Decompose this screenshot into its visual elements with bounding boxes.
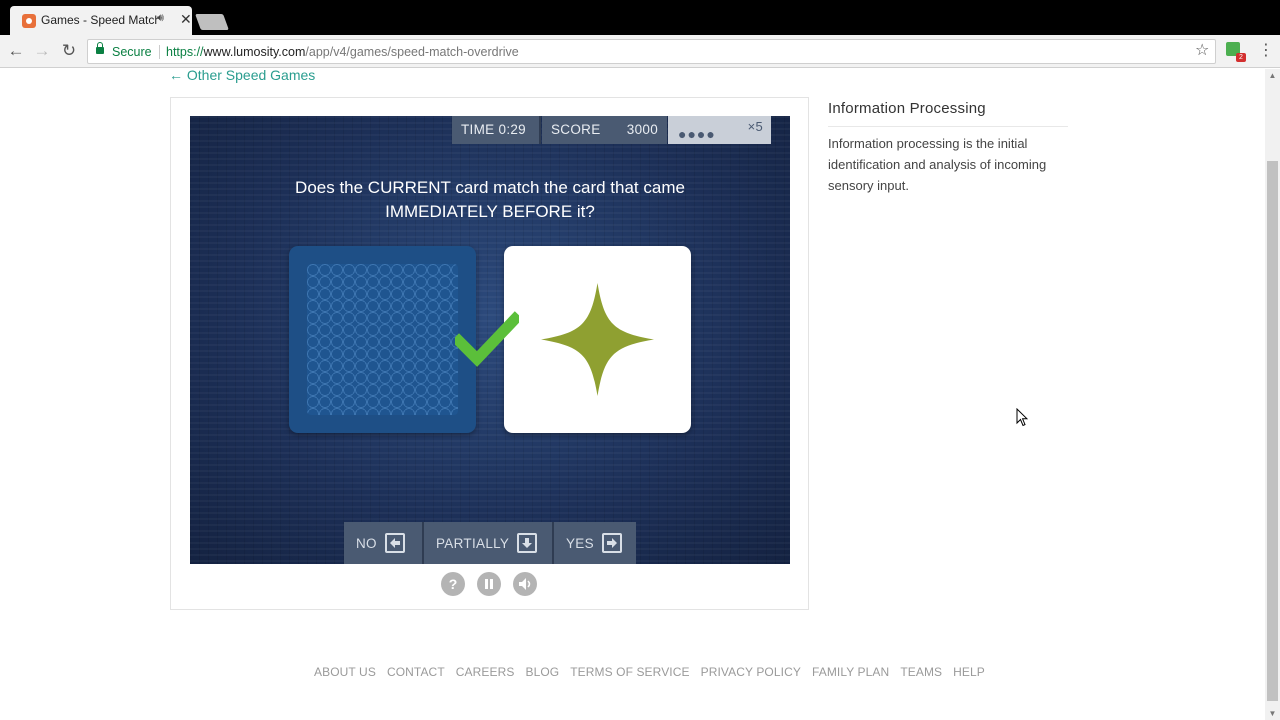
browser-tab[interactable]: Games - Speed Match 🔊︎ ✕ [10,6,192,35]
speaker-icon[interactable]: 🔊︎ [157,12,164,25]
footer-link-careers[interactable]: CAREERS [456,665,515,679]
score-label: SCORE [551,122,601,137]
address-bar[interactable]: Secure https://www.lumosity.com/app/v4/g… [87,39,1216,64]
score-value: 3000 [626,122,658,137]
url-text[interactable]: https://www.lumosity.com/app/v4/games/sp… [166,45,519,59]
new-tab-button[interactable] [195,14,229,30]
footer-link-help[interactable]: HELP [953,665,985,679]
lock-icon [96,42,104,54]
footer-link-blog[interactable]: BLOG [525,665,559,679]
game-stage[interactable]: TIME 0:29 SCORE 3000 ●●●● ×5 Does the CU… [190,116,790,564]
previous-card [289,246,476,433]
yes-button[interactable]: YES [554,522,636,564]
left-arrow-key-icon [384,533,405,553]
footer-link-family-plan[interactable]: FAMILY PLAN [812,665,889,679]
address-divider [159,45,160,59]
down-arrow-key-icon [517,533,538,553]
secure-label: Secure [112,45,152,59]
time-display: TIME 0:29 [452,116,541,144]
tab-title: Games - Speed Match [41,13,159,27]
pause-icon[interactable] [477,572,501,596]
footer-link-contact[interactable]: CONTACT [387,665,445,679]
lumosity-favicon-icon [22,14,36,28]
game-controls: ? [441,572,537,596]
current-card [504,246,691,433]
footer-links: ABOUT US CONTACT CAREERS BLOG TERMS OF S… [314,665,985,679]
sidebar-title: Information Processing [828,100,986,117]
page-scrollbar[interactable]: ▲ ▼ [1265,69,1280,720]
partially-button[interactable]: PARTIALLY [424,522,554,564]
no-label: NO [356,535,377,551]
partially-label: PARTIALLY [436,535,510,551]
scroll-down-arrow-icon[interactable]: ▼ [1265,709,1280,718]
other-speed-games-link[interactable]: ← Other Speed Games [169,67,315,83]
yes-label: YES [566,535,594,551]
no-button[interactable]: NO [344,522,424,564]
time-value: 0:29 [498,122,526,137]
game-panel: TIME 0:29 SCORE 3000 ●●●● ×5 Does the CU… [170,97,809,610]
streak-dots: ●●●● [678,126,716,142]
footer-link-teams[interactable]: TEAMS [900,665,942,679]
help-icon[interactable]: ? [441,572,465,596]
star-icon [541,283,654,396]
bookmark-star-icon[interactable]: ☆ [1195,40,1209,60]
checkmark-icon [455,311,519,367]
footer-link-terms[interactable]: TERMS OF SERVICE [570,665,689,679]
close-tab-icon[interactable]: ✕ [180,11,192,28]
footer-link-about-us[interactable]: ABOUT US [314,665,376,679]
answer-buttons: NO PARTIALLY YES [344,522,636,564]
sidebar-description: Information processing is the initial id… [828,136,1047,193]
extension-badge: 2 [1236,53,1246,62]
browser-toolbar: ← → ↻ Secure https://www.lumosity.com/ap… [0,35,1280,68]
question-text: Does the CURRENT card match the card tha… [295,178,685,221]
scrollbar-thumb[interactable] [1267,161,1278,701]
scroll-up-arrow-icon[interactable]: ▲ [1265,71,1280,80]
streak-display: ●●●● ×5 [668,116,771,144]
time-label: TIME [461,122,495,137]
footer-link-privacy[interactable]: PRIVACY POLICY [701,665,801,679]
tab-strip: Games - Speed Match 🔊︎ ✕ [0,0,1280,35]
back-arrow-icon[interactable]: ← [6,41,26,61]
browser-menu-icon[interactable]: ⋮ [1258,40,1274,60]
forward-arrow-icon[interactable]: → [32,41,52,61]
page-content: ← Other Speed Games TIME 0:29 SCORE 3000… [0,67,1265,720]
sidebar-divider [828,126,1068,127]
sound-icon[interactable] [513,572,537,596]
reload-icon[interactable]: ↻ [59,41,79,61]
mouse-cursor-icon [1016,408,1028,427]
multiplier: ×5 [747,119,763,134]
card-back-pattern [307,264,458,415]
score-display: SCORE 3000 [542,116,667,144]
right-arrow-key-icon [601,533,622,553]
